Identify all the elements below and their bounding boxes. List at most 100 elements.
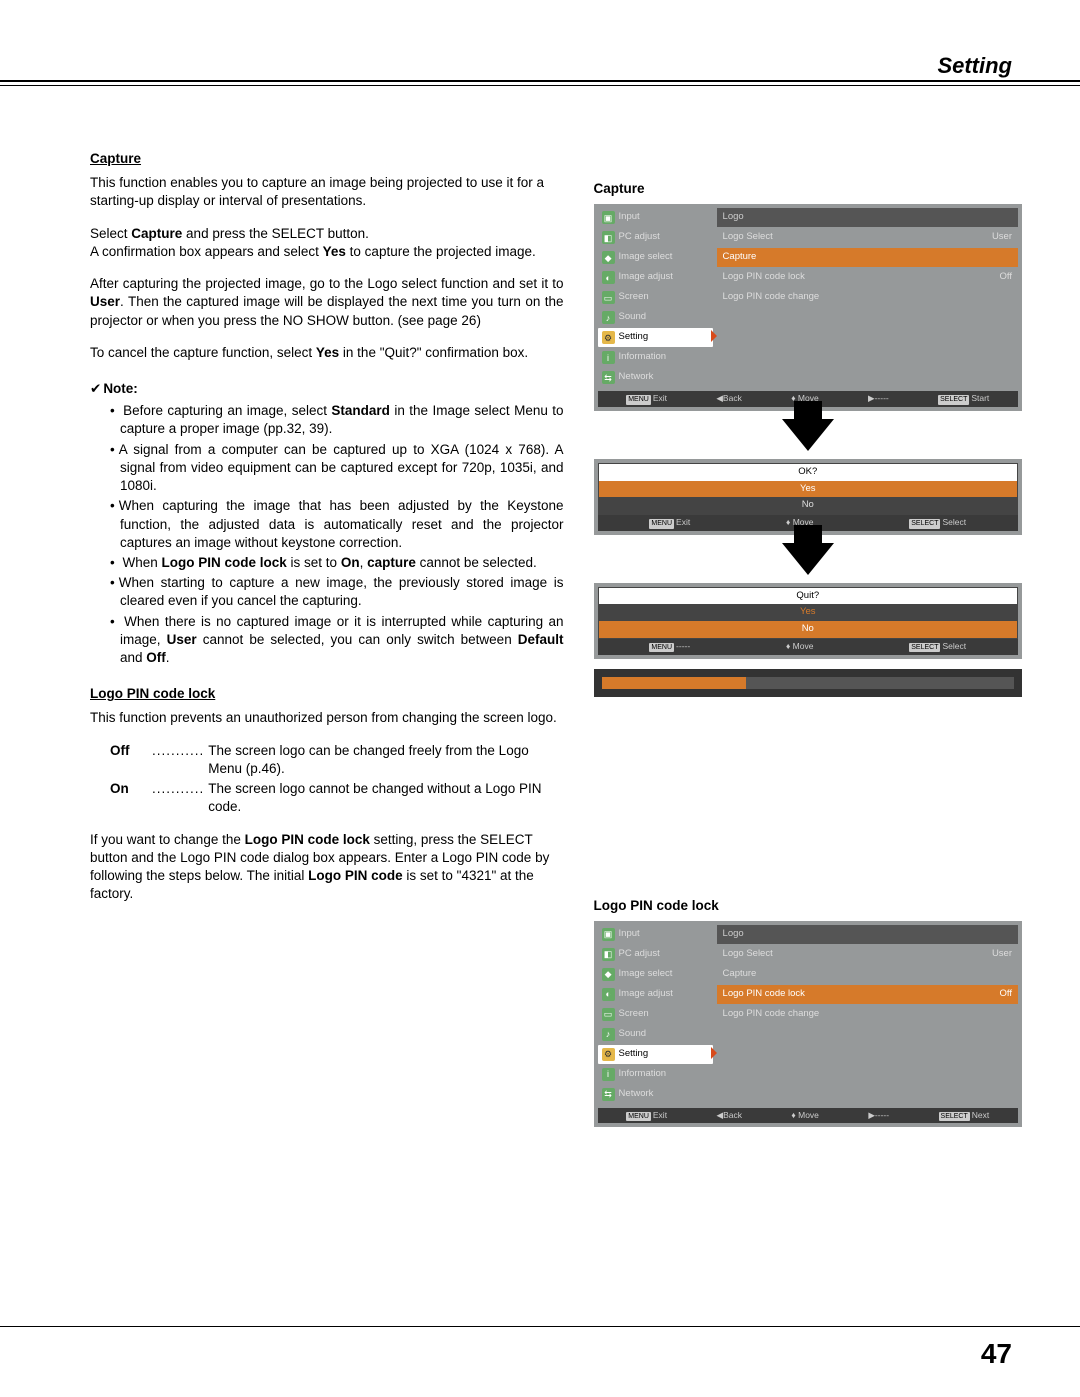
- dots: ...........: [152, 742, 204, 778]
- arrow-down-icon: [782, 419, 834, 451]
- val: Off: [1000, 271, 1013, 284]
- txt: cannot be selected.: [416, 555, 537, 570]
- note-item: When starting to capture a new image, th…: [110, 574, 564, 610]
- lbl: PC adjust: [619, 948, 660, 961]
- footer-rule: [0, 1326, 1080, 1327]
- menu-badge-icon: MENU: [649, 519, 674, 528]
- content-columns: Capture This function enables you to cap…: [90, 150, 1022, 1327]
- right-column: Capture ▣Input ◧PC adjust ◆Image select …: [594, 150, 1022, 1327]
- lbl: Logo PIN code change: [723, 291, 820, 304]
- left-column: Capture This function enables you to cap…: [90, 150, 564, 1327]
- lbl: Network: [619, 1088, 654, 1101]
- screen-icon: ▭: [602, 291, 615, 304]
- osd-menu-list: ▣Input ◧PC adjust ◆Image select ◐Image a…: [598, 208, 713, 387]
- txt: After capturing the projected image, go …: [90, 276, 564, 291]
- bar-move: ♦ Move: [791, 1110, 819, 1121]
- menu-info: iInformation: [598, 348, 713, 367]
- dlg-title: OK?: [599, 464, 1017, 481]
- menu-network: ⇆Network: [598, 368, 713, 387]
- note-item: A signal from a computer can be captured…: [110, 441, 564, 496]
- dlg-no: No: [599, 621, 1017, 638]
- txt: To cancel the capture function, select: [90, 345, 316, 360]
- lbl: Setting: [619, 1048, 649, 1061]
- txt: ,: [360, 555, 368, 570]
- menu-input: ▣Input: [598, 208, 713, 227]
- row-capture: Capture: [717, 248, 1018, 267]
- txt-b: Standard: [331, 403, 390, 418]
- val: Off: [1000, 988, 1013, 1001]
- row-logoselect: Logo SelectUser: [717, 945, 1018, 964]
- txt-b: capture: [367, 555, 416, 570]
- right-pinlock-heading: Logo PIN code lock: [594, 897, 1022, 915]
- txt-b: Yes: [316, 345, 339, 360]
- capture-p2p3: Select Capture and press the SELECT butt…: [90, 225, 564, 261]
- row-pinlock: Logo PIN code lock Off: [717, 268, 1018, 287]
- menu-imgadjust: ◐Image adjust: [598, 985, 713, 1004]
- dlg-no: No: [599, 497, 1017, 514]
- menu-pcadjust: ◧ PC adjust: [598, 945, 713, 964]
- osd-helpbar: MENUExit ◀Back ♦ Move ▶----- SELECTNext: [598, 1108, 1018, 1123]
- lbl: Logo PIN code lock: [723, 271, 805, 284]
- bar-start: SELECTStart: [938, 393, 989, 404]
- bar-exit: MENUExit: [626, 393, 667, 404]
- row-logoselect: Logo Select User: [717, 228, 1018, 247]
- menu-sound: ♪Sound: [598, 308, 713, 327]
- lbl: Sound: [619, 1028, 646, 1041]
- select-badge-icon: SELECT: [909, 643, 940, 652]
- val: User: [992, 231, 1012, 244]
- lbl: Image adjust: [619, 271, 673, 284]
- txt-b: Logo PIN code lock: [162, 555, 287, 570]
- screen-icon: ▭: [602, 1008, 615, 1021]
- setting-icon: ⚙: [602, 1048, 615, 1061]
- txt: to capture the projected image.: [346, 244, 536, 259]
- right-capture-heading: Capture: [594, 180, 1022, 198]
- row-pinchange: Logo PIN code change: [717, 288, 1018, 307]
- row-capture: Capture: [717, 965, 1018, 984]
- progress-fill: [602, 677, 746, 689]
- dlg-yes: Yes: [599, 481, 1017, 498]
- pinlock-defs: Off ........... The screen logo can be c…: [90, 742, 564, 817]
- lbl: PC adjust: [619, 231, 660, 244]
- menu-badge-icon: MENU: [649, 643, 674, 652]
- pc-icon: ◧: [602, 948, 615, 961]
- panel-head: Logo: [717, 208, 1018, 227]
- dlg-yes: Yes: [599, 604, 1017, 621]
- lbl: Screen: [619, 1008, 649, 1021]
- lbl: Logo Select: [723, 231, 773, 244]
- capture-p5: To cancel the capture function, select Y…: [90, 344, 564, 362]
- bar-exit: MENUExit: [649, 517, 690, 528]
- def-val: The screen logo cannot be changed withou…: [204, 780, 563, 816]
- page: Setting Capture This function enables yo…: [0, 0, 1080, 1397]
- menu-network: ⇆Network: [598, 1085, 713, 1104]
- bar-dash: MENU-----: [649, 641, 690, 652]
- lbl: Logo Select: [723, 948, 773, 961]
- bar-select: SELECTSelect: [909, 517, 966, 528]
- bar-dash: ▶-----: [868, 393, 889, 404]
- txt: .: [166, 650, 170, 665]
- pinlock-p1: This function prevents an unauthorized p…: [90, 709, 564, 727]
- txt: cannot be selected, you can only switch …: [197, 632, 518, 647]
- lbl: Network: [619, 371, 654, 384]
- osd-pinlock: ▣Input ◧PC adjust ◆Image select ◐Image a…: [594, 921, 1022, 1127]
- def-off: Off ........... The screen logo can be c…: [110, 742, 564, 778]
- txt-b: Capture: [131, 226, 182, 241]
- select-badge-icon: SELECT: [939, 1112, 970, 1121]
- note-heading: Note:: [90, 380, 564, 398]
- menu-imgselect: ◆Image select: [598, 248, 713, 267]
- lbl: Information: [619, 1068, 667, 1081]
- txt: When: [123, 555, 162, 570]
- menu-screen: ▭ Screen: [598, 1005, 713, 1024]
- menu-badge-icon: MENU: [626, 1112, 651, 1121]
- capture-progress: [594, 669, 1022, 697]
- menu-sound: ♪ Sound: [598, 1025, 713, 1044]
- txt: Before capturing an image, select: [123, 403, 331, 418]
- page-number: 47: [981, 1335, 1012, 1373]
- lbl: Setting: [619, 331, 649, 344]
- txt: in the "Quit?" confirmation box.: [339, 345, 528, 360]
- section-title: Setting: [937, 51, 1012, 81]
- sound-icon: ♪: [602, 1028, 615, 1041]
- def-val: The screen logo can be changed freely fr…: [204, 742, 563, 778]
- menu-badge-icon: MENU: [626, 395, 651, 404]
- panel-head: Logo: [717, 925, 1018, 944]
- menu-info: iInformation: [598, 1065, 713, 1084]
